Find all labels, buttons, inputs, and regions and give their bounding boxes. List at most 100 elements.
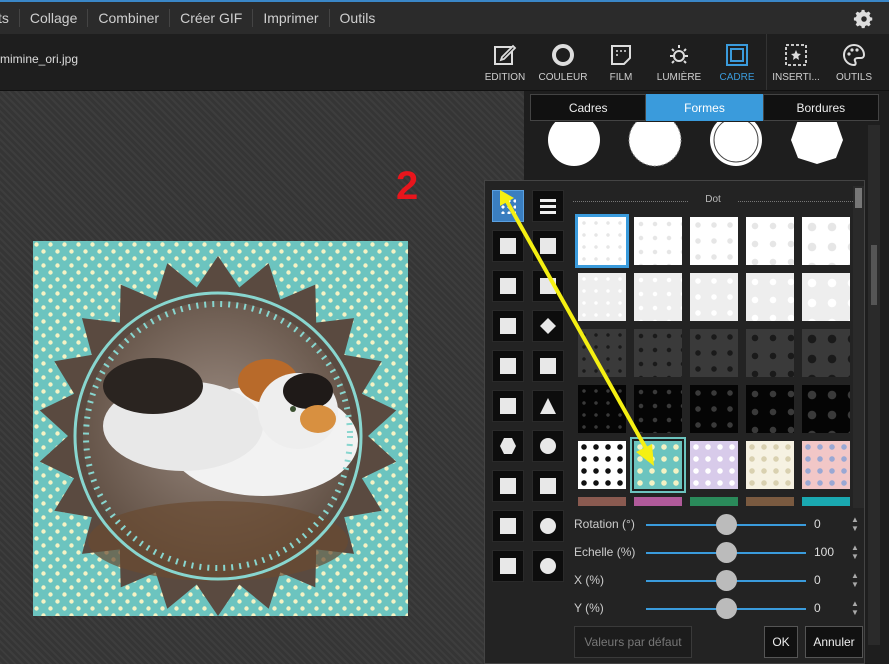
tool-cadre[interactable]: CADRE: [708, 34, 766, 90]
y-value[interactable]: 0: [814, 601, 821, 615]
rotation-spinner-icon[interactable]: ▲ ▼: [851, 515, 859, 533]
pattern-thumb[interactable]: [746, 385, 794, 433]
chevrons-category-icon[interactable]: [492, 230, 524, 262]
pattern-scrollbar-thumb[interactable]: [855, 188, 862, 208]
tool-film[interactable]: FILM: [592, 34, 650, 90]
pattern-thumb[interactable]: [690, 217, 738, 265]
menu-item-outils[interactable]: Outils: [330, 9, 386, 27]
squares-category-icon[interactable]: [492, 310, 524, 342]
pattern-thumb[interactable]: [802, 441, 850, 489]
pattern-thumb[interactable]: [802, 273, 850, 321]
default-values-button[interactable]: Valeurs par défaut: [574, 626, 692, 658]
ginkgo-category-icon[interactable]: [532, 470, 564, 502]
star-category-icon-glyph: [500, 478, 516, 494]
tool-insertion-label: INSERTI...: [772, 71, 820, 83]
tool-outils[interactable]: OUTILS: [825, 34, 883, 90]
tab-bordures[interactable]: Bordures: [762, 94, 879, 121]
pattern-thumb[interactable]: [634, 273, 682, 321]
pattern-thumb[interactable]: [802, 385, 850, 433]
gear-icon[interactable]: [853, 8, 875, 30]
circle-dots-category-icon[interactable]: [532, 550, 564, 582]
pattern-thumb[interactable]: [578, 497, 626, 506]
star-category-icon[interactable]: [492, 470, 524, 502]
lines-category-icon[interactable]: [532, 190, 564, 222]
pattern-thumb-selected[interactable]: [632, 439, 684, 491]
menu-item-effets[interactable]: ts: [0, 9, 20, 27]
panel-scrollbar-thumb[interactable]: [871, 245, 877, 305]
pattern-thumb[interactable]: [634, 217, 682, 265]
tool-film-label: FILM: [609, 71, 633, 83]
hexagon-category-icon[interactable]: [492, 430, 524, 462]
pattern-thumb[interactable]: [746, 273, 794, 321]
panel-scrollbar[interactable]: [868, 125, 880, 645]
menu-item-collage[interactable]: Collage: [20, 9, 89, 27]
pattern-scrollbar[interactable]: [853, 186, 864, 508]
checker-category-icon[interactable]: [532, 230, 564, 262]
x-spinner-icon[interactable]: ▲ ▼: [851, 571, 859, 589]
pattern-thumb[interactable]: [802, 497, 850, 506]
menu-item-combiner[interactable]: Combiner: [88, 9, 171, 27]
rotation-value[interactable]: 0: [814, 517, 821, 531]
pattern-thumb[interactable]: [578, 385, 626, 433]
menu-item-creer-gif[interactable]: Créer GIF: [170, 9, 254, 27]
triangle-category-icon[interactable]: [532, 390, 564, 422]
cross-category-icon[interactable]: [492, 350, 524, 382]
scale-value[interactable]: 100: [814, 545, 834, 559]
tab-formes[interactable]: Formes: [646, 94, 763, 121]
pattern-thumb[interactable]: [634, 329, 682, 377]
dots-category-icon[interactable]: [492, 190, 524, 222]
menu-item-imprimer[interactable]: Imprimer: [253, 9, 330, 27]
ball-category-icon[interactable]: [532, 510, 564, 542]
cancel-button[interactable]: Annuler: [805, 626, 863, 658]
x-label: X (%): [574, 573, 604, 587]
tool-cadre-label: CADRE: [719, 71, 755, 83]
pattern-thumb[interactable]: [746, 217, 794, 265]
clover-category-icon[interactable]: [532, 430, 564, 462]
diamond-category-icon[interactable]: [532, 310, 564, 342]
y-spinner-icon[interactable]: ▲ ▼: [851, 599, 859, 617]
film-icon: [611, 44, 631, 65]
pattern-thumb[interactable]: [690, 329, 738, 377]
y-knob[interactable]: [716, 598, 737, 619]
tool-insertion[interactable]: INSERTI...: [766, 34, 825, 90]
pattern-thumb[interactable]: [690, 497, 738, 506]
tab-cadres[interactable]: Cadres: [530, 94, 647, 121]
tool-lumiere[interactable]: LUMIÈRE: [650, 34, 708, 90]
tool-edition[interactable]: EDITION: [476, 34, 534, 90]
pattern-thumb[interactable]: [690, 385, 738, 433]
pattern-thumb[interactable]: [690, 441, 738, 489]
shape-thumbnails[interactable]: [524, 122, 874, 172]
leaf-category-icon[interactable]: [492, 550, 524, 582]
pattern-thumb[interactable]: [746, 329, 794, 377]
x-value[interactable]: 0: [814, 573, 821, 587]
dots-category-icon-glyph: [500, 198, 516, 214]
hex-outline-category-icon[interactable]: [492, 510, 524, 542]
pattern-thumb[interactable]: [746, 497, 794, 506]
pattern-thumb[interactable]: [578, 273, 626, 321]
x-knob[interactable]: [716, 570, 737, 591]
y-slider-row: Y (%) 0 ▲ ▼: [574, 598, 864, 620]
pattern-thumb[interactable]: [634, 385, 682, 433]
tiles-category-icon[interactable]: [532, 350, 564, 382]
tiles-category-icon-glyph: [540, 358, 556, 374]
scale-knob[interactable]: [716, 542, 737, 563]
pattern-thumb[interactable]: [746, 441, 794, 489]
pattern-thumb[interactable]: [634, 497, 682, 506]
tool-couleur[interactable]: COULEUR: [534, 34, 592, 90]
grid-category-icon[interactable]: [532, 270, 564, 302]
ok-button[interactable]: OK: [764, 626, 798, 658]
pattern-thumb[interactable]: [802, 329, 850, 377]
editor-toolbar: mimine_ori.jpg EDITION COULEUR FILM LUMI…: [0, 34, 889, 91]
rotation-knob[interactable]: [716, 514, 737, 535]
scale-spinner-icon[interactable]: ▲ ▼: [851, 543, 859, 561]
chevrons-category-icon-glyph: [500, 238, 516, 254]
tools-palette-icon: [843, 43, 866, 66]
pattern-thumb[interactable]: [578, 441, 626, 489]
pattern-thumb[interactable]: [575, 214, 629, 268]
pattern-thumb[interactable]: [690, 273, 738, 321]
hatch-category-icon[interactable]: [492, 270, 524, 302]
arrows-category-icon[interactable]: [492, 390, 524, 422]
pattern-thumb[interactable]: [578, 329, 626, 377]
pattern-thumb[interactable]: [802, 217, 850, 265]
insert-icon: [785, 43, 807, 66]
